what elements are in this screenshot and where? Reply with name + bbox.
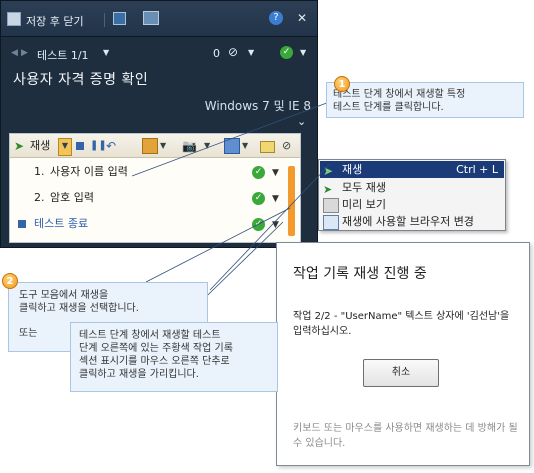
callout-leader-lines [131, 97, 341, 323]
callout-badge-1: 1 [334, 76, 350, 92]
callout-or-text: 또는 [19, 328, 38, 339]
callout-text: 도구 모음에서 재생을 [19, 290, 109, 301]
callout-text: 단계 오른쪽에 있는 주황색 작업 기록 [79, 343, 233, 354]
callout-text: 테스트 단계 창에서 재생할 테스트 [79, 330, 221, 341]
callout-1: 테스트 단계 창에서 재생할 특정 테스트 단계를 클릭합니다. [326, 82, 524, 118]
callout-text: 테스트 단계를 클릭합니다. [333, 102, 444, 113]
callout-3: 테스트 단계 창에서 재생할 테스트 단계 오른쪽에 있는 주황색 작업 기록 … [70, 322, 278, 392]
callout-text: 섹션 표시기를 마우스 오른쪽 단추로 [79, 356, 230, 367]
callout-text: 클릭하고 재생을 가리킵니다. [79, 369, 199, 380]
callout-badge-2: 2 [2, 273, 18, 289]
callout-text: 테스트 단계 창에서 재생할 특정 [333, 89, 466, 100]
callout-text: 클릭하고 재생을 선택합니다. [19, 303, 139, 314]
